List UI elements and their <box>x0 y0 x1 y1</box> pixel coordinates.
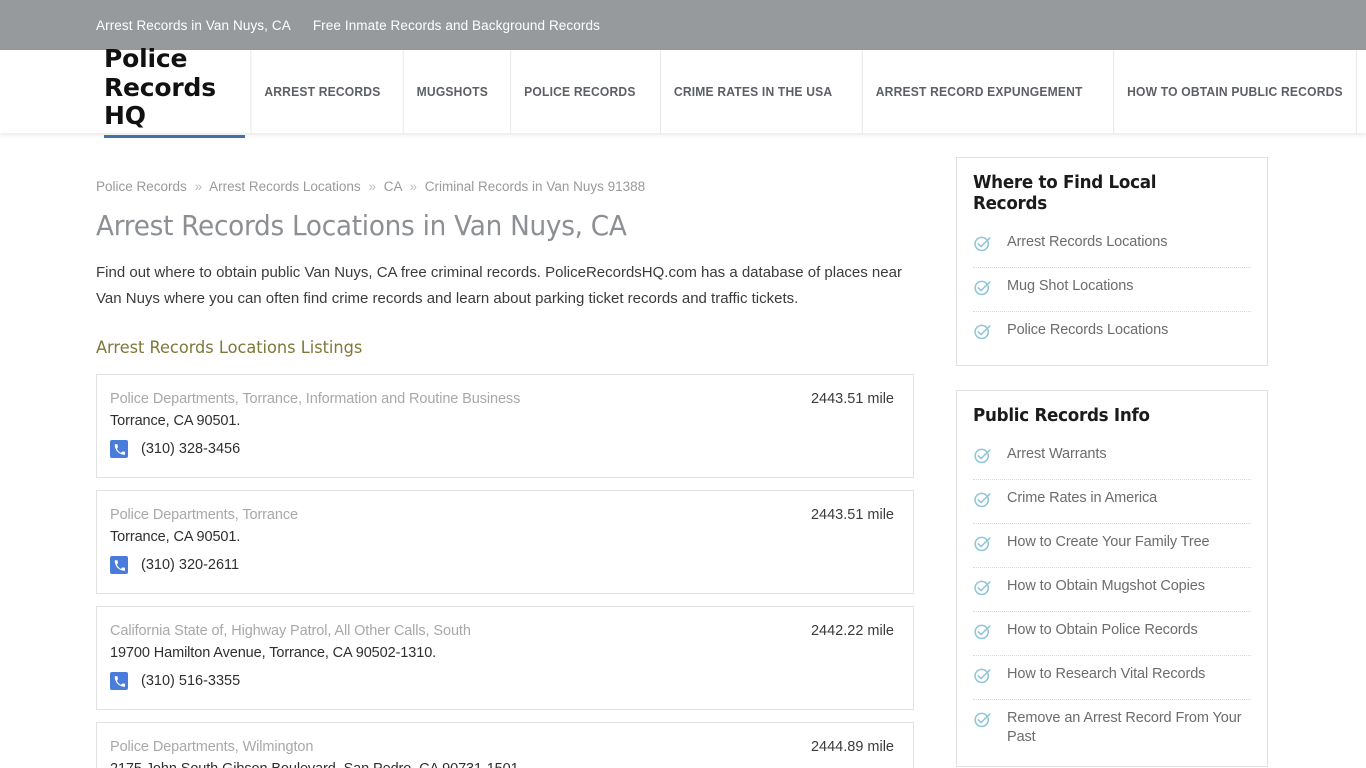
list-item[interactable]: Mug Shot Locations <box>973 268 1251 312</box>
listing-address: 2175 John South Gibson Boulevard, San Pe… <box>110 761 895 768</box>
check-circle-icon <box>973 710 992 734</box>
check-circle-icon <box>973 490 992 514</box>
widget-list: Arrest Records Locations Mug Shot Locati… <box>973 224 1251 355</box>
listing-distance: 2443.51 mile <box>810 507 894 523</box>
table-row[interactable]: Police Departments, Torrance, Informatio… <box>96 374 914 478</box>
listing-header: California State of, Highway Patrol, All… <box>110 623 895 639</box>
nav-item-arrest-records[interactable]: ARREST RECORDS <box>250 50 393 133</box>
section-title-listings: Arrest Records Locations Listings <box>96 338 363 358</box>
breadcrumb-item-police-records[interactable]: Police Records <box>96 179 187 194</box>
table-row[interactable]: Police Departments, Wilmington 2444.89 m… <box>96 722 914 768</box>
table-row[interactable]: Police Departments, Torrance 2443.51 mil… <box>96 490 914 594</box>
topbar-link-arrest-records[interactable]: Arrest Records in Van Nuys, CA <box>96 18 291 33</box>
main-navigation: ARREST RECORDS MUGSHOTS POLICE RECORDS C… <box>245 50 1366 133</box>
page-body: Police Records » Arrest Records Location… <box>0 133 1366 768</box>
nav-item-arrest-record-expungement[interactable]: ARREST RECORD EXPUNGEMENT <box>861 50 1095 133</box>
listing-address: 19700 Hamilton Avenue, Torrance, CA 9050… <box>110 645 437 661</box>
check-circle-icon <box>973 622 992 646</box>
sidebar-item-label[interactable]: Crime Rates in America <box>1007 489 1157 508</box>
breadcrumb-separator: » <box>368 179 376 194</box>
main-content: Police Records » Arrest Records Location… <box>96 133 916 768</box>
list-item[interactable]: How to Obtain Mugshot Copies <box>973 568 1251 612</box>
widget-title: Public Records Info <box>973 405 1150 426</box>
listing-name[interactable]: Police Departments, Torrance, Informatio… <box>110 391 520 407</box>
sidebar-item-label[interactable]: Arrest Warrants <box>1007 445 1107 464</box>
site-header: Police Records HQ ARREST RECORDS MUGSHOT… <box>0 44 1366 139</box>
check-circle-icon <box>973 278 992 302</box>
topbar-link-free-inmate-records[interactable]: Free Inmate Records and Background Recor… <box>313 18 600 33</box>
listing-phone-row: (310) 328-3456 <box>110 440 895 458</box>
check-circle-icon <box>973 446 992 470</box>
listing-name[interactable]: California State of, Highway Patrol, All… <box>110 623 471 639</box>
nav-item-mugshots[interactable]: MUGSHOTS <box>402 50 501 133</box>
breadcrumb-item-ca[interactable]: CA <box>384 179 402 194</box>
sidebar-item-label[interactable]: Arrest Records Locations <box>1007 233 1168 252</box>
sidebar-item-label[interactable]: How to Obtain Police Records <box>1007 621 1198 640</box>
phone-icon <box>110 556 128 574</box>
list-item[interactable]: How to Research Vital Records <box>973 656 1251 700</box>
logo-container: Police Records HQ <box>0 44 245 139</box>
breadcrumb-separator: » <box>409 179 418 194</box>
listing-distance: 2443.51 mile <box>810 391 894 407</box>
check-circle-icon <box>973 534 992 558</box>
sidebar-item-label[interactable]: How to Create Your Family Tree <box>1007 533 1210 552</box>
nav-item-how-to-obtain-public-records[interactable]: HOW TO OBTAIN PUBLIC RECORDS <box>1113 50 1357 133</box>
phone-icon <box>110 440 128 458</box>
list-item[interactable]: Arrest Warrants <box>973 436 1251 480</box>
list-item[interactable]: How to Create Your Family Tree <box>973 524 1251 568</box>
nav-item-crime-rates-in-the-usa[interactable]: CRIME RATES IN THE USA <box>660 50 845 133</box>
listing-address: Torrance, CA 90501. <box>110 413 241 429</box>
listing-header: Police Departments, Torrance 2443.51 mil… <box>110 507 895 523</box>
intro-paragraph: Find out where to obtain public Van Nuys… <box>96 264 902 307</box>
sidebar-item-label[interactable]: How to Research Vital Records <box>1007 665 1205 684</box>
listing-distance: 2442.22 mile <box>810 623 894 639</box>
list-item[interactable]: Crime Rates in America <box>973 480 1251 524</box>
listing-header: Police Departments, Wilmington 2444.89 m… <box>110 739 895 755</box>
sidebar-item-label[interactable]: How to Obtain Mugshot Copies <box>1007 577 1205 596</box>
check-circle-icon <box>973 666 992 690</box>
sidebar: Where to Find Local Records Arrest Recor… <box>956 133 1268 768</box>
listing-address: Torrance, CA 90501. <box>110 529 241 545</box>
listing-phone-row: (310) 516-3355 <box>110 672 895 690</box>
table-row[interactable]: California State of, Highway Patrol, All… <box>96 606 914 710</box>
listing-phone-number[interactable]: (310) 516-3355 <box>141 673 240 689</box>
breadcrumb-item-arrest-records-locations[interactable]: Arrest Records Locations <box>209 179 361 194</box>
page-title: Arrest Records Locations in Van Nuys, CA <box>96 209 627 242</box>
listing-distance: 2444.89 mile <box>810 739 894 755</box>
check-circle-icon <box>973 234 992 258</box>
listing-phone-row: (310) 320-2611 <box>110 556 895 574</box>
nav-item-police-records[interactable]: POLICE RECORDS <box>509 50 648 133</box>
widget-public-records-info: Public Records Info Arrest Warrants Crim… <box>956 390 1268 767</box>
breadcrumb: Police Records » Arrest Records Location… <box>96 179 916 194</box>
list-item[interactable]: How to Obtain Police Records <box>973 612 1251 656</box>
listing-header: Police Departments, Torrance, Informatio… <box>110 391 895 407</box>
breadcrumb-separator: » <box>194 179 203 194</box>
listing-name[interactable]: Police Departments, Torrance <box>110 507 298 523</box>
widget-list: Arrest Warrants Crime Rates in America H… <box>973 436 1251 756</box>
phone-icon <box>110 672 128 690</box>
listing-phone-number[interactable]: (310) 320-2611 <box>141 557 239 573</box>
check-circle-icon <box>973 322 992 346</box>
breadcrumb-item-criminal-records-van-nuys[interactable]: Criminal Records in Van Nuys 91388 <box>425 179 645 194</box>
list-item[interactable]: Police Records Locations <box>973 312 1251 355</box>
sidebar-item-label[interactable]: Police Records Locations <box>1007 321 1168 340</box>
sidebar-item-label[interactable]: Remove an Arrest Record From Your Past <box>1007 709 1251 747</box>
widget-title: Where to Find Local Records <box>973 172 1157 214</box>
top-utility-bar: Arrest Records in Van Nuys, CA Free Inma… <box>0 0 1366 50</box>
sidebar-item-label[interactable]: Mug Shot Locations <box>1007 277 1133 296</box>
list-item[interactable]: Remove an Arrest Record From Your Past <box>973 700 1251 756</box>
widget-where-to-find-local-records: Where to Find Local Records Arrest Recor… <box>956 157 1268 366</box>
list-item[interactable]: Arrest Records Locations <box>973 224 1251 268</box>
site-logo[interactable]: Police Records HQ <box>104 44 245 139</box>
check-circle-icon <box>973 578 992 602</box>
listing-phone-number[interactable]: (310) 328-3456 <box>141 441 240 457</box>
listing-name[interactable]: Police Departments, Wilmington <box>110 739 313 755</box>
